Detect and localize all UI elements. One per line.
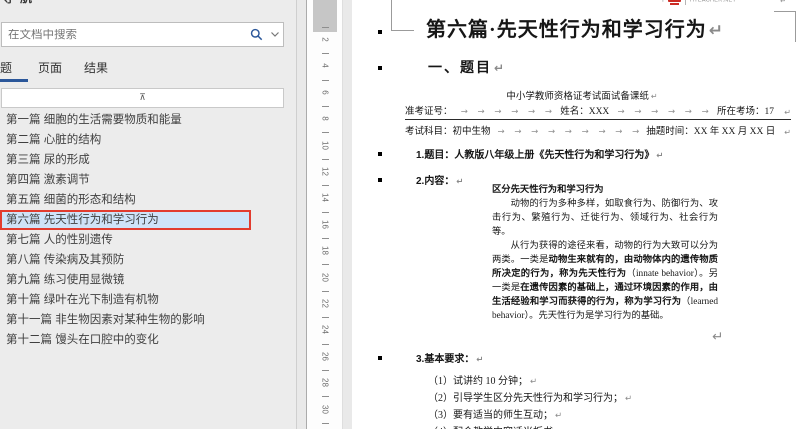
tab-marks: → → → → → → — [461, 107, 552, 117]
paragraph-mark: ↵ — [784, 108, 791, 117]
heading-item[interactable]: 第八篇 传染病及其预防 — [0, 250, 296, 270]
heading-item[interactable]: 第十一篇 非生物因素对某种生物的影响 — [0, 310, 296, 330]
textbook-excerpt: 区分先天性行为和学习行为 动物的行为多种多样，如取食行为、防御行为、攻击行为、繁… — [492, 183, 718, 323]
active-tab-indicator — [0, 79, 28, 82]
form-line-admission: 准考证号： → → → → → → 姓名：XXX → → → → → → 所在考… — [405, 103, 791, 120]
list-item-topic: 1.题目：人教版八年级上册《先天性行为和学习行为》↵ — [416, 146, 663, 161]
heading-square-mark — [378, 356, 382, 360]
header-divider — [685, 0, 686, 5]
list-item-requirements: 3.基本要求：↵ — [416, 350, 483, 365]
navigation-pane-title: 导航 — [2, 0, 92, 5]
paragraph-mark: ↵ — [651, 92, 658, 101]
requirement-line: （2）引导学生区分先天性行为和学习行为；↵ — [428, 389, 632, 404]
document-title: 第六篇·先天性行为和学习行为↵ — [382, 13, 768, 42]
heading-item[interactable]: 第九篇 练习使用显微镜 — [0, 270, 296, 290]
paragraph-mark: ↵ — [784, 128, 791, 137]
heading-item[interactable]: 第四篇 激素调节 — [0, 170, 296, 190]
name-label: 姓名：XXX — [560, 103, 609, 117]
ruler-number: 30 — [321, 391, 330, 427]
excerpt-paragraph: 从行为获得的途径来看，动物的行为大致可以分为两类。一类是动物生来就有的，由动物体… — [492, 239, 718, 323]
requirement-line: （1）试讲约 10 分钟；↵ — [428, 372, 537, 387]
heading-item[interactable]: 第五篇 细菌的形态和结构 — [0, 190, 296, 210]
venue-label: 所在考场：17 — [717, 103, 774, 117]
excerpt-paragraph: 动物的行为多种多样，如取食行为、防御行为、攻击行为、繁殖行为、迁徙行为、领域行为… — [492, 197, 718, 239]
document-search-box[interactable] — [1, 22, 284, 47]
word-window: 导航 题 页面 结果 ⊼ 第一篇 细胞的生活需要物质和能量 — [0, 0, 802, 429]
paragraph-mark: ↵ — [530, 377, 537, 387]
heading-item[interactable]: 第一篇 细胞的生活需要物质和能量 — [0, 110, 296, 130]
exam-subject-label: 考试科目：初中生物 — [405, 123, 491, 137]
paragraph-mark: ↵ — [494, 61, 506, 75]
heading-item[interactable]: 第十二篇 馒头在口腔中的变化 — [0, 330, 296, 350]
requirement-line: （4）配合教学内容适当板书。↵ — [428, 423, 572, 429]
section-heading: 一、题目↵ — [428, 57, 506, 77]
tab-marks: → → → → → → — [618, 107, 709, 117]
excerpt-heading: 区分先天性行为和学习行为 — [492, 183, 718, 197]
form-title: 中小学教师资格证考试面试备课纸↵ — [392, 88, 772, 102]
paragraph-mark: ↵ — [456, 177, 463, 187]
heading-square-mark — [378, 178, 382, 182]
document-page: · HTEACHER.NET ↵ 第六篇·先天性行为和学习行为↵ 一、题目↵ 中… — [352, 0, 802, 429]
ruler-tick — [322, 423, 329, 424]
heading-item[interactable]: 第二篇 心脏的结构 — [0, 130, 296, 150]
paragraph-mark: ↵ — [476, 355, 483, 365]
tab-marks: → → → → → → → → → — [498, 127, 640, 137]
draw-time-label: 抽题时间：XX 年 XX 月 XX 日 — [646, 123, 775, 137]
heading-item[interactable]: 第十篇 绿叶在光下制造有机物 — [0, 290, 296, 310]
search-icon[interactable] — [245, 23, 267, 46]
vertical-ruler[interactable]: 24681012141618202224262830 — [306, 0, 343, 429]
navigation-pane: 导航 题 页面 结果 ⊼ 第一篇 细胞的生活需要物质和能量 — [0, 0, 297, 429]
paragraph-mark: ↵ — [780, 0, 786, 5]
heading-square-mark — [378, 66, 382, 70]
paragraph-mark: ↵ — [709, 21, 724, 41]
search-options-chevron-down-icon[interactable] — [267, 23, 283, 46]
jump-to-top-button[interactable]: ⊼ — [1, 88, 284, 108]
site-logo-icon — [668, 0, 681, 2]
paragraph-mark: ↵ — [625, 394, 632, 404]
margin-crop-mark-top-right — [774, 11, 796, 42]
tab-results[interactable]: 结果 — [84, 59, 108, 76]
heading-item[interactable]: 第七篇 人的性别遗传 — [0, 230, 296, 250]
jump-to-top-icon: ⊼ — [139, 92, 146, 102]
site-name: HTEACHER.NET — [690, 0, 736, 3]
form-line-subject: 考试科目：初中生物 → → → → → → → → → 抽题时间：XX 年 XX… — [405, 123, 791, 137]
heading-square-mark — [378, 152, 382, 156]
tab-headings[interactable]: 题 — [0, 59, 12, 76]
heading-item[interactable]: 第三篇 尿的形成 — [0, 150, 296, 170]
headings-list: 第一篇 细胞的生活需要物质和能量 第二篇 心脏的结构 第三篇 尿的形成 第四篇 … — [0, 110, 296, 350]
paragraph-mark: ↵ — [656, 151, 663, 161]
search-input[interactable] — [2, 29, 245, 41]
header-space-mark: · — [661, 0, 664, 5]
tab-pages[interactable]: 页面 — [38, 59, 62, 76]
page-header-watermark: · HTEACHER.NET ↵ — [661, 0, 786, 8]
requirement-line: （3）要有适当的师生互动；↵ — [428, 406, 562, 421]
list-item-content: 2.内容：↵ — [416, 172, 463, 187]
paragraph-mark: ↵ — [555, 411, 562, 421]
paragraph-mark: ↵ — [712, 329, 723, 345]
admission-number-label: 准考证号： — [405, 103, 453, 117]
heading-item-selected[interactable]: 第六篇 先天性行为和学习行为 — [0, 210, 251, 230]
